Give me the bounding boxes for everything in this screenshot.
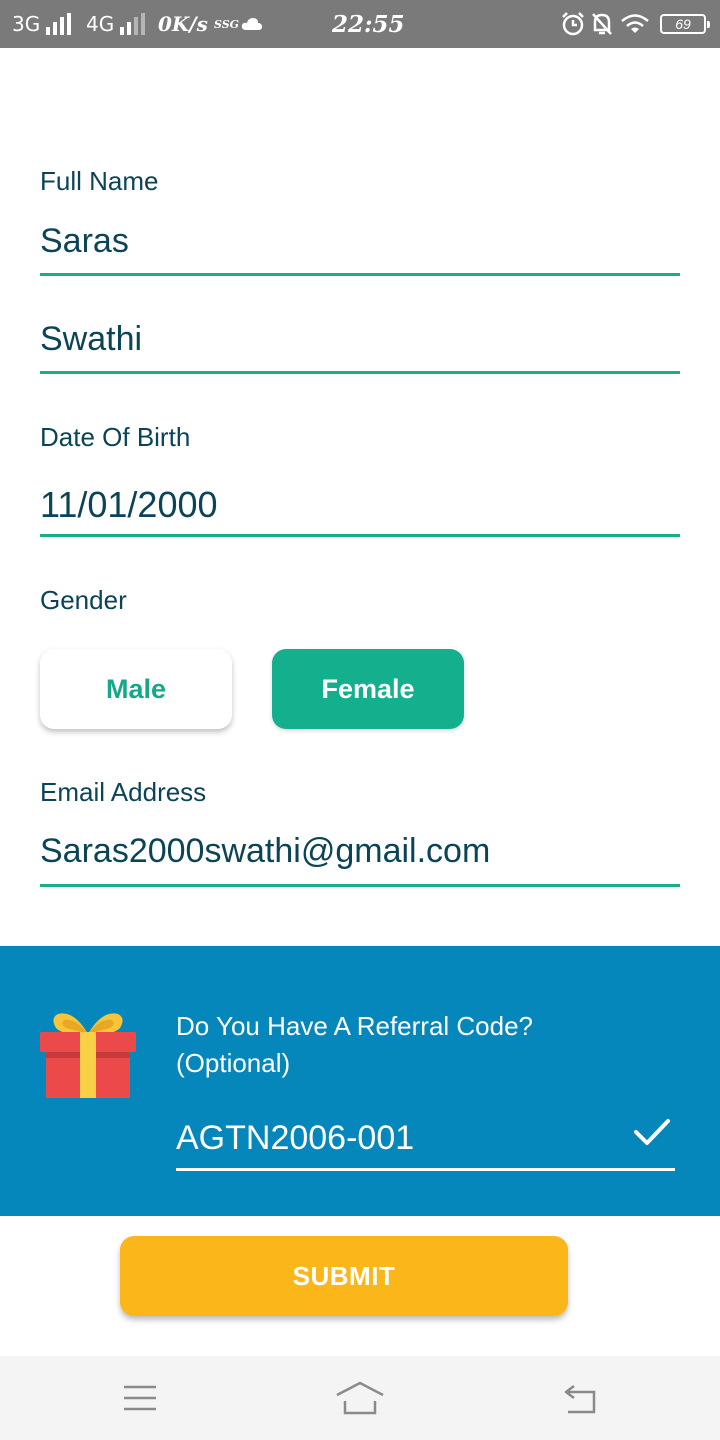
cloud-icon: [241, 0, 263, 48]
dob-label: Date Of Birth: [40, 422, 191, 452]
gender-female-label: Female: [321, 673, 415, 704]
battery-level: 69: [675, 16, 691, 32]
referral-question-line1: Do You Have A Referral Code?: [176, 1011, 534, 1041]
dob-field[interactable]: 11/01/2000: [40, 484, 680, 537]
referral-section: Do You Have A Referral Code? (Optional) …: [0, 946, 720, 1216]
gender-male-button[interactable]: Male: [40, 649, 232, 729]
first-name-value: Saras: [40, 222, 129, 260]
signal-icon-2: [120, 13, 146, 35]
gender-male-label: Male: [105, 673, 167, 704]
checkmark-icon: [633, 1117, 671, 1152]
full-name-label: Full Name: [40, 166, 159, 196]
referral-code-field[interactable]: AGTN2006-001: [176, 1111, 675, 1171]
network-speed: 0K/s: [158, 0, 208, 48]
battery-icon: 69: [660, 0, 710, 48]
referral-code-value: AGTN2006-001: [176, 1119, 415, 1157]
navigation-bar: [0, 1356, 720, 1440]
last-name-field[interactable]: Swathi: [40, 320, 680, 374]
status-bar: 3G 4G 0K/s SSG 22:55 69: [0, 0, 720, 48]
network-3g: 3G: [12, 0, 72, 48]
extra-indicator: SSG: [214, 0, 239, 48]
speed-label: 0K/s: [158, 12, 208, 36]
alarm-icon: [560, 0, 586, 48]
email-field[interactable]: Saras2000swathi@gmail.com: [40, 832, 680, 887]
mute-notification-icon: [590, 0, 614, 48]
first-name-field[interactable]: Saras: [40, 222, 680, 276]
time-label: 22:55: [332, 10, 405, 38]
last-name-value: Swathi: [40, 320, 143, 358]
submit-label: SUBMIT: [292, 1260, 396, 1291]
wifi-icon: [620, 0, 650, 48]
dob-value: 11/01/2000: [40, 484, 218, 525]
home-icon[interactable]: [330, 1376, 390, 1420]
gift-icon: [40, 1008, 136, 1105]
referral-question-line2: (Optional): [176, 1048, 291, 1078]
submit-button[interactable]: SUBMIT: [120, 1236, 568, 1316]
network-4g-label: 4G: [86, 12, 115, 36]
extra-label: SSG: [214, 17, 240, 31]
menu-icon[interactable]: [110, 1376, 170, 1420]
email-value: Saras2000swathi@gmail.com: [40, 832, 491, 870]
back-icon[interactable]: [550, 1376, 610, 1420]
network-4g: 4G: [86, 0, 146, 48]
email-label: Email Address: [40, 777, 207, 807]
signal-icon: [46, 13, 72, 35]
network-3g-label: 3G: [12, 12, 41, 36]
referral-question: Do You Have A Referral Code? (Optional): [176, 1008, 533, 1082]
clock: 22:55: [332, 0, 405, 48]
gender-female-button[interactable]: Female: [272, 649, 464, 729]
gender-label: Gender: [40, 585, 127, 615]
